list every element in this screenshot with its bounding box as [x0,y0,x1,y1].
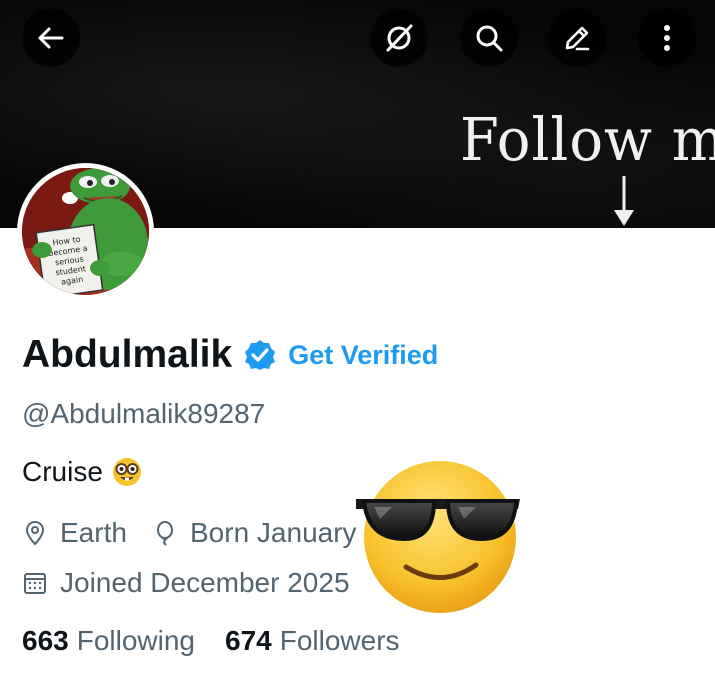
bio-text: Cruise [22,456,103,487]
follow-stats: 663 Following 674 Followers [22,625,400,657]
followers-count: 674 [225,625,272,656]
profile-birthday: Born January [152,517,357,549]
following-link[interactable]: 663 Following [22,625,195,657]
pencil-icon [565,26,590,51]
following-count: 663 [22,625,69,656]
location-pin-icon [25,520,45,546]
followers-label: Followers [279,625,400,656]
grok-button[interactable] [370,9,428,67]
banner-down-arrow [614,176,634,226]
location-text: Earth [60,517,127,548]
avatar[interactable]: How to become a serious student again [17,163,154,300]
banner-text: Follow me [460,106,715,175]
get-verified-link[interactable]: Get Verified [288,340,438,371]
followers-link[interactable]: 674 Followers [225,625,400,657]
edit-profile-button[interactable] [548,9,606,67]
profile-bio: Cruise [22,456,143,488]
pepe-reading-illustration: How to become a serious student again [22,168,149,295]
profile-handle: @Abdulmalik89287 [22,398,266,429]
avatar-image: How to become a serious student again [22,168,149,295]
joined-text: Joined December 2025 [60,567,350,598]
search-icon [476,25,503,52]
profile-joined-date: Joined December 2025 [22,567,350,599]
following-label: Following [76,625,195,656]
search-button[interactable] [460,9,518,67]
birthday-text: Born January [190,517,357,548]
nerd-face-emoji [112,458,141,486]
more-options-button[interactable] [638,9,696,67]
more-vertical-icon [664,25,670,51]
verified-badge-icon[interactable] [244,339,276,371]
display-name: Abdulmalik [22,333,233,376]
balloon-icon [157,521,173,546]
back-arrow-icon [38,27,64,49]
calendar-icon [24,573,46,594]
name-row: Abdulmalik Get Verified [22,330,438,380]
sunglasses-face-emoji [356,461,520,613]
grok-icon [386,24,413,52]
back-button[interactable] [22,9,80,67]
profile-location: Earth [22,517,127,549]
